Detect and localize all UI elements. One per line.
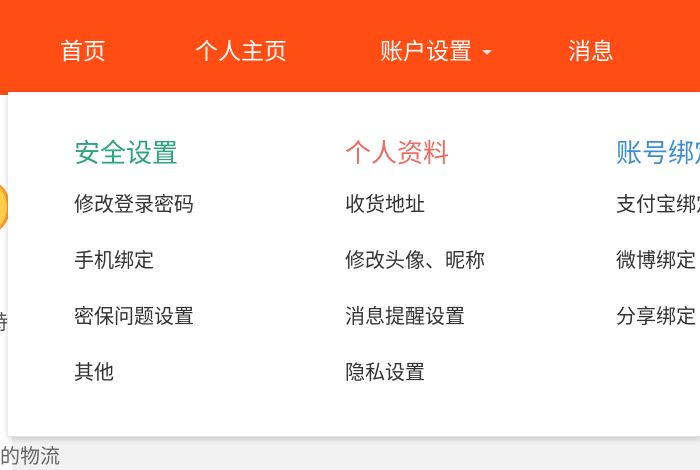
account-settings-dropdown: 安全设置 修改登录密码 手机绑定 密保问题设置 其他 个人资料 收货地址 修改头… (8, 92, 700, 437)
column-security-settings: 安全设置 修改登录密码 手机绑定 密保问题设置 其他 (74, 136, 194, 414)
chevron-down-icon (482, 50, 492, 55)
heading-account-binding: 账号绑定 (616, 139, 700, 169)
link-phone-binding[interactable]: 手机绑定 (74, 246, 194, 302)
link-share-binding[interactable]: 分享绑定 (616, 302, 700, 358)
heading-security-settings: 安全设置 (74, 139, 179, 169)
nav-personal-homepage[interactable]: 个人主页 (195, 36, 287, 68)
link-shipping-address[interactable]: 收货地址 (345, 190, 485, 246)
link-weibo-binding[interactable]: 微博绑定 (616, 246, 700, 302)
top-nav-bar: 首页 个人主页 账户设置 消息 (0, 0, 700, 95)
background-logistics-text: 的物流 (0, 444, 60, 468)
link-change-avatar-nickname[interactable]: 修改头像、昵称 (345, 246, 485, 302)
link-other[interactable]: 其他 (74, 358, 194, 414)
nav-home[interactable]: 首页 (60, 36, 106, 68)
heading-personal-info: 个人资料 (345, 139, 450, 169)
nav-account-settings[interactable]: 账户设置 (380, 36, 492, 68)
link-notification-settings[interactable]: 消息提醒设置 (345, 302, 485, 358)
link-alipay-binding[interactable]: 支付宝绑定 (616, 190, 700, 246)
link-change-password[interactable]: 修改登录密码 (74, 190, 194, 246)
nav-messages[interactable]: 消息 (568, 36, 614, 68)
link-privacy-settings[interactable]: 隐私设置 (345, 358, 485, 414)
nav-account-settings-label: 账户设置 (380, 39, 472, 65)
link-security-question[interactable]: 密保问题设置 (74, 302, 194, 358)
column-personal-info: 个人资料 收货地址 修改头像、昵称 消息提醒设置 隐私设置 (345, 136, 485, 414)
background-partial-text: 特 (0, 306, 8, 335)
column-account-binding: 账号绑定 支付宝绑定 微博绑定 分享绑定 (616, 136, 700, 358)
